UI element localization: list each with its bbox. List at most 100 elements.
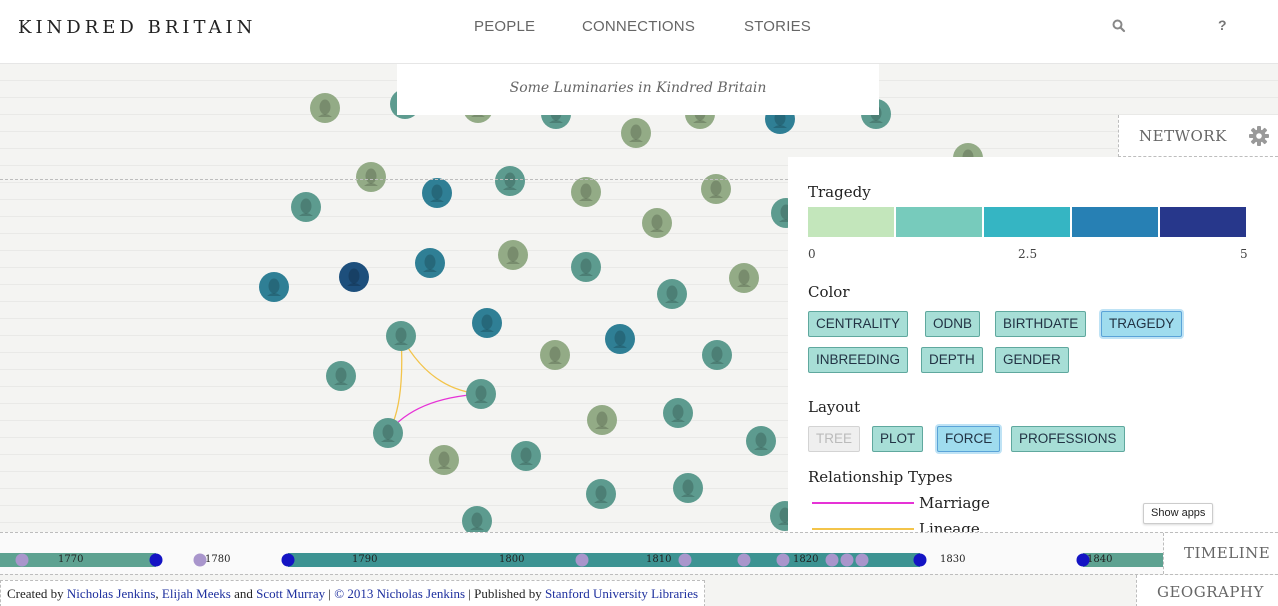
timeline-dot[interactable] — [575, 553, 589, 567]
gear-icon[interactable] — [1248, 125, 1270, 147]
geography-tab[interactable]: GEOGRAPHY — [1136, 575, 1278, 606]
person-node[interactable] — [511, 441, 541, 471]
person-node[interactable] — [429, 445, 459, 475]
nav-people[interactable]: PEOPLE — [474, 18, 535, 35]
timeline-dot[interactable] — [776, 553, 790, 567]
person-node[interactable] — [472, 308, 502, 338]
timeline-dot[interactable] — [737, 553, 751, 567]
person-node[interactable] — [386, 321, 416, 351]
person-node[interactable] — [259, 272, 289, 302]
copyright-link[interactable]: © 2013 Nicholas Jenkins — [334, 586, 465, 601]
timeline-dot[interactable] — [281, 553, 295, 567]
color-option-odnb[interactable]: ODNB — [925, 311, 981, 337]
person-node[interactable] — [702, 340, 732, 370]
color-option-tragedy[interactable]: TRAGEDY — [1101, 311, 1183, 337]
person-node[interactable] — [746, 426, 776, 456]
timeline-strip[interactable]: 1770 1780 1790 1800 1810 1820 1830 1840 TIMELIN… — [0, 532, 1278, 574]
person-node[interactable] — [571, 252, 601, 282]
color-option-gender[interactable]: GENDER — [995, 347, 1069, 373]
person-silhouette-icon — [504, 172, 516, 188]
relationship-types-heading: Relationship Types — [808, 468, 953, 486]
layout-option-professions[interactable]: PROFESSIONS — [1011, 426, 1125, 452]
color-option-inbreeding[interactable]: INBREEDING — [808, 347, 909, 373]
person-node[interactable] — [673, 473, 703, 503]
author-link-scott-murray[interactable]: Scott Murray — [256, 586, 325, 601]
person-silhouette-icon — [595, 485, 607, 501]
person-node[interactable] — [422, 178, 452, 208]
person-node[interactable] — [373, 418, 403, 448]
scale-tick-min: 0 — [808, 247, 816, 261]
timeline-year-label: 1770 — [58, 554, 83, 565]
timeline-year-label: 1790 — [352, 554, 377, 565]
person-node[interactable] — [571, 177, 601, 207]
person-node[interactable] — [540, 340, 570, 370]
person-silhouette-icon — [348, 268, 360, 284]
person-node[interactable] — [729, 263, 759, 293]
person-node[interactable] — [657, 279, 687, 309]
timeline-dot[interactable] — [825, 553, 839, 567]
person-node[interactable] — [466, 379, 496, 409]
person-node[interactable] — [415, 248, 445, 278]
person-node[interactable] — [326, 361, 356, 391]
person-node[interactable] — [663, 398, 693, 428]
network-tab[interactable]: NETWORK — [1118, 115, 1278, 157]
timeline-dot[interactable] — [15, 553, 29, 567]
help-button[interactable]: ? — [1218, 17, 1227, 33]
timeline-year-label: 1810 — [646, 554, 671, 565]
person-node[interactable] — [586, 479, 616, 509]
person-silhouette-icon — [666, 285, 678, 301]
person-silhouette-icon — [711, 346, 723, 362]
layout-heading: Layout — [808, 398, 861, 416]
timeline-dot[interactable] — [149, 553, 163, 567]
timeline-dot[interactable] — [913, 553, 927, 567]
tragedy-scale-swatch — [896, 207, 982, 237]
site-logo[interactable]: KINDRED BRITAIN — [18, 17, 256, 38]
timeline-year-label: 1830 — [940, 554, 965, 565]
timeline-tab[interactable]: TIMELINE — [1163, 533, 1278, 574]
person-node[interactable] — [642, 208, 672, 238]
person-node[interactable] — [587, 405, 617, 435]
timeline-dot[interactable] — [855, 553, 869, 567]
person-silhouette-icon — [300, 198, 312, 214]
timeline-year-label: 1820 — [793, 554, 818, 565]
person-node[interactable] — [339, 262, 369, 292]
color-option-centrality[interactable]: CENTRALITY — [808, 311, 909, 337]
publisher-link[interactable]: Stanford University Libraries — [545, 586, 698, 601]
timeline-dot[interactable] — [1076, 553, 1090, 567]
timeline-year-label: 1780 — [205, 554, 230, 565]
nav-connections[interactable]: CONNECTIONS — [582, 18, 695, 35]
person-node[interactable] — [621, 118, 651, 148]
person-silhouette-icon — [755, 432, 767, 448]
timeline-chart[interactable]: 1770 1780 1790 1800 1810 1820 1830 1840 — [0, 533, 1163, 574]
marriage-label: Marriage — [919, 494, 990, 512]
timeline-dot[interactable] — [678, 553, 692, 567]
timeline-dot[interactable] — [840, 553, 854, 567]
color-heading: Color — [808, 283, 850, 301]
person-node[interactable] — [605, 324, 635, 354]
search-icon[interactable] — [1110, 17, 1128, 35]
person-silhouette-icon — [335, 367, 347, 383]
scale-tick-mid: 2.5 — [1018, 247, 1038, 261]
nav-stories[interactable]: STORIES — [744, 18, 811, 35]
person-node[interactable] — [356, 162, 386, 192]
layout-option-force[interactable]: FORCE — [937, 426, 1001, 452]
person-silhouette-icon — [520, 447, 532, 463]
show-apps-tooltip: Show apps — [1143, 503, 1214, 524]
timeline-dot[interactable] — [193, 553, 207, 567]
author-link-elijah-meeks[interactable]: Elijah Meeks — [162, 586, 231, 601]
author-link-nicholas-jenkins[interactable]: Nicholas Jenkins — [67, 586, 155, 601]
comma-separator: , — [155, 586, 159, 601]
layout-option-plot[interactable]: PLOT — [872, 426, 924, 452]
person-silhouette-icon — [395, 327, 407, 343]
person-node[interactable] — [310, 93, 340, 123]
person-silhouette-icon — [614, 330, 626, 346]
credits: Created by Nicholas Jenkins, Elijah Meek… — [0, 580, 706, 606]
person-node[interactable] — [495, 166, 525, 196]
person-silhouette-icon — [471, 512, 483, 528]
color-option-birthdate[interactable]: BIRTHDATE — [995, 311, 1087, 337]
color-option-depth[interactable]: DEPTH — [921, 347, 983, 373]
person-node[interactable] — [462, 506, 492, 532]
person-silhouette-icon — [596, 411, 608, 427]
person-node[interactable] — [498, 240, 528, 270]
person-node[interactable] — [291, 192, 321, 222]
